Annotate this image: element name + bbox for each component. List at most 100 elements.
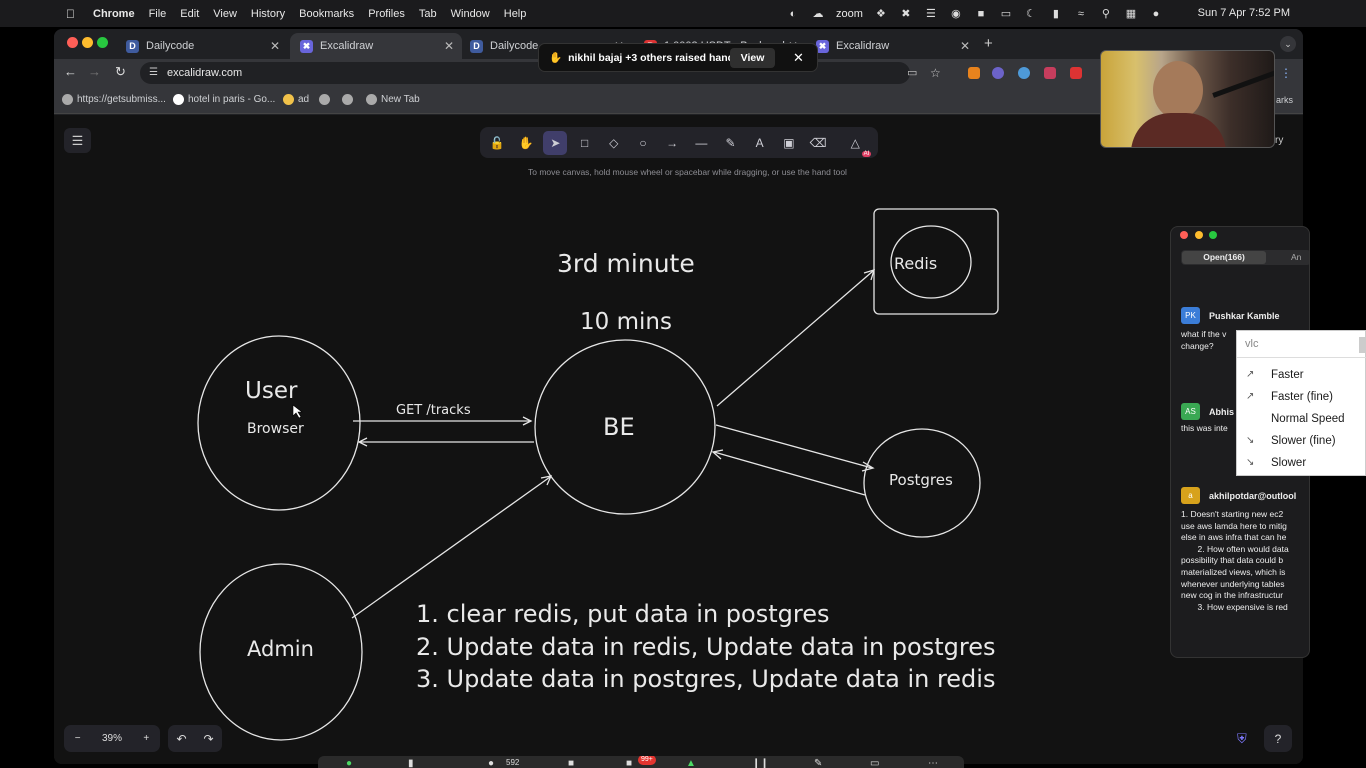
qa-minimize-button[interactable] (1195, 231, 1203, 239)
chat-icon[interactable]: ■ (626, 758, 632, 768)
bookmark-hotel-paris[interactable]: hotel in paris - Go... (173, 94, 275, 105)
user-label[interactable]: User (245, 378, 298, 404)
scrollbar[interactable] (1359, 337, 1365, 353)
video-icon[interactable]: ▮ (408, 758, 414, 768)
more-icon[interactable]: ⋯ (928, 758, 938, 768)
bookmark-globe-1[interactable] (319, 94, 334, 105)
diagram-title[interactable]: 3rd minute (557, 249, 695, 278)
menu-profiles[interactable]: Profiles (368, 8, 405, 20)
menu-help[interactable]: Help (504, 8, 527, 20)
menu-edit[interactable]: Edit (180, 8, 199, 20)
pause-icon[interactable]: ❙❙ (752, 758, 769, 768)
be-label[interactable]: BE (603, 413, 635, 441)
tab-answered[interactable]: An (1291, 251, 1301, 264)
back-icon[interactable]: ← (64, 64, 77, 79)
menu-item-faster[interactable]: ↗ Faster (1237, 364, 1366, 386)
tab-close-icon[interactable]: ✕ (960, 39, 970, 53)
site-settings-icon[interactable]: ☰ (149, 62, 158, 84)
reload-icon[interactable]: ↻ (115, 64, 126, 80)
menu-app-name[interactable]: Chrome (93, 8, 135, 20)
bookmark-star-icon[interactable]: ☆ (930, 62, 941, 84)
tab-close-icon[interactable]: ✕ (444, 39, 454, 53)
webcam-video[interactable] (1100, 50, 1275, 148)
extension-phantom-icon[interactable] (1018, 67, 1030, 79)
close-window-button[interactable] (67, 37, 78, 48)
close-app-icon[interactable]: ✖ (899, 8, 913, 20)
bookmarks-overflow[interactable]: arks (1276, 95, 1293, 105)
forward-icon[interactable]: → (88, 64, 101, 79)
user-icon[interactable]: ■ (974, 8, 988, 20)
search-icon[interactable]: ⚲ (1099, 8, 1113, 20)
list-item-2[interactable]: 2. Update data in redis, Update data in … (416, 633, 995, 661)
menu-item-faster-fine[interactable]: ↗ Faster (fine) (1237, 386, 1366, 408)
vlc-search-field[interactable]: vlc (1237, 331, 1366, 358)
new-tab-button[interactable]: + (984, 35, 993, 52)
qa-icon[interactable]: ■ (568, 758, 574, 768)
menu-item-slower-fine[interactable]: ↘ Slower (fine) (1237, 430, 1366, 452)
zoom-status[interactable]: zoom (836, 8, 863, 20)
participants-icon[interactable]: ● (488, 758, 494, 768)
qa-zoom-button[interactable] (1209, 231, 1217, 239)
tab-close-icon[interactable]: ✕ (270, 39, 280, 53)
browser-label[interactable]: Browser (247, 421, 304, 437)
microphone-icon[interactable]: ● (346, 758, 352, 768)
apps-icon[interactable]: ▭ (870, 758, 879, 768)
get-tracks-label[interactable]: GET /tracks (396, 403, 471, 418)
be-to-postgres-arrow[interactable] (715, 424, 873, 469)
record-icon[interactable]: ◉ (949, 8, 963, 20)
tab-excalidraw-2[interactable]: ✖ Excalidraw ✕ (806, 33, 978, 59)
diagram-subtitle[interactable]: 10 mins (580, 309, 672, 335)
menu-view[interactable]: View (213, 8, 237, 20)
siri-icon[interactable]: ● (1149, 8, 1163, 20)
redo-icon[interactable]: ↷ (203, 732, 213, 746)
tab-excalidraw-active[interactable]: ✖ Excalidraw ✕ (290, 33, 462, 59)
tab-dailycode[interactable]: D Dailycode ✕ (116, 33, 288, 59)
postgres-label[interactable]: Postgres (889, 471, 953, 489)
zoom-out-button[interactable]: − (75, 733, 81, 744)
bookmark-new-tab[interactable]: New Tab (366, 94, 420, 105)
list-item-3[interactable]: 3. Update data in postgres, Update data … (416, 665, 995, 693)
qa-close-button[interactable] (1180, 231, 1188, 239)
postgres-to-be-arrow[interactable] (713, 451, 866, 496)
minimize-window-button[interactable] (82, 37, 93, 48)
be-to-redis-arrow[interactable] (716, 270, 874, 407)
admin-to-be-arrow[interactable] (351, 476, 551, 619)
chat-message[interactable]: a akhilpotdar@outlool 1. Doesn't startin… (1181, 487, 1306, 617)
bookmark-globe-2[interactable] (342, 94, 357, 105)
wifi-icon[interactable]: ≈ (1074, 8, 1088, 20)
list-item-1[interactable]: 1. clear redis, put data in postgres (416, 600, 829, 628)
zoom-in-button[interactable]: + (143, 733, 149, 744)
zoom-window-button[interactable] (97, 37, 108, 48)
cloud-icon[interactable]: ☁ (811, 8, 825, 20)
menu-item-normal-speed[interactable]: Normal Speed (1237, 408, 1366, 430)
menu-history[interactable]: History (251, 8, 285, 20)
annotate-icon[interactable]: ✎ (814, 758, 822, 768)
view-button[interactable]: View (730, 48, 775, 68)
bookmark-ad[interactable]: ad (283, 94, 309, 105)
apple-icon[interactable]:  (66, 7, 75, 21)
extension-metamask-icon[interactable] (968, 67, 980, 79)
tab-search-button[interactable]: ⌄ (1280, 36, 1296, 52)
screen-share-icon[interactable]: ◐ (786, 8, 800, 20)
extension-mc-icon[interactable] (1044, 67, 1056, 79)
moon-icon[interactable]: ☾ (1024, 8, 1038, 20)
undo-icon[interactable]: ↶ (176, 732, 186, 746)
menu-window[interactable]: Window (451, 8, 490, 20)
zoom-level[interactable]: 39% (102, 733, 122, 744)
menubar-clock[interactable]: Sun 7 Apr 7:52 PM (1198, 7, 1290, 19)
tab-open[interactable]: Open(166) (1182, 251, 1266, 264)
menu-tab[interactable]: Tab (419, 8, 437, 20)
shield-icon[interactable]: ⛨ (1237, 731, 1247, 747)
battery-icon[interactable]: ▮ (1049, 8, 1063, 20)
close-icon[interactable]: ✕ (793, 50, 804, 66)
profile-menu-icon[interactable]: ⋮ (1280, 66, 1292, 80)
excalidraw-canvas[interactable]: ☰ 🔓 ✋ ➤ □ ◇ ○ → — ✎ A ▣ ⌫ △ AI To move ca… (54, 115, 1303, 764)
library-fragment[interactable]: ry (1275, 135, 1283, 146)
help-button[interactable]: ? (1264, 725, 1292, 752)
install-app-icon[interactable]: ▭ (907, 62, 917, 84)
bookmark-getsubmiss[interactable]: https://getsubmiss... (62, 94, 166, 105)
redis-label[interactable]: Redis (894, 254, 937, 273)
menu-bookmarks[interactable]: Bookmarks (299, 8, 354, 20)
extension-icon[interactable]: ❖ (874, 8, 888, 20)
admin-label[interactable]: Admin (247, 637, 314, 661)
